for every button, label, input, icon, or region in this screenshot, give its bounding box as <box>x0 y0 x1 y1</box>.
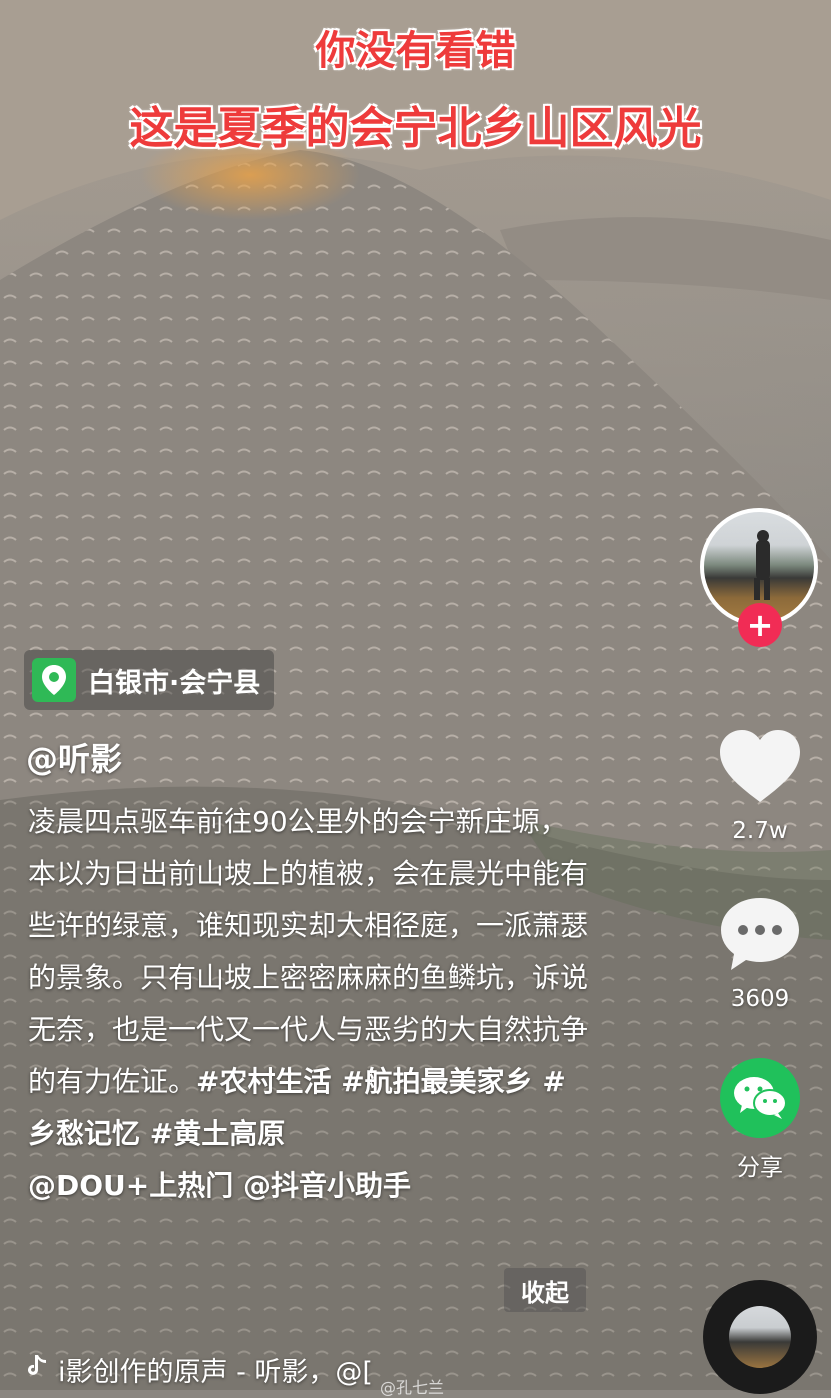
music-text: i影创作的原声 - 听影，@[ <box>58 1356 373 1388</box>
comment-bubble-icon <box>719 896 801 976</box>
heart-icon <box>718 728 802 808</box>
location-text: 白银市·会宁县 <box>88 667 261 699</box>
music-disc[interactable] <box>703 1280 817 1394</box>
share-button[interactable]: 分享 <box>716 1058 804 1182</box>
video-description: 凌晨四点驱车前往90公里外的会宁新庄塬，本以为日出前山坡上的植被，会在晨光中能有… <box>28 796 593 1212</box>
like-button[interactable]: 2.7w <box>716 728 804 844</box>
collapse-button[interactable]: 收起 <box>504 1268 586 1312</box>
tiktok-note-icon <box>24 1353 48 1386</box>
share-label: 分享 <box>737 1155 783 1181</box>
watermark: @孔七兰 <box>380 1378 445 1397</box>
location-pin-icon <box>32 658 76 702</box>
author-handle[interactable]: @听影 <box>26 734 122 780</box>
comment-button[interactable]: 3609 <box>716 896 804 1012</box>
comment-count: 3609 <box>730 986 790 1012</box>
caption-line-2: 这是夏季的会宁北乡山区风光 <box>129 103 702 154</box>
caption-line-1: 你没有看错 <box>315 28 516 74</box>
location-tag[interactable]: 白银市·会宁县 <box>24 650 275 710</box>
music-disc-cover <box>729 1306 791 1368</box>
mentions[interactable]: @DOU+上热门 @抖音小助手 <box>28 1169 411 1202</box>
wechat-icon <box>720 1058 800 1138</box>
follow-plus-icon[interactable]: + <box>738 603 782 647</box>
description-text: 凌晨四点驱车前往90公里外的会宁新庄塬，本以为日出前山坡上的植被，会在晨光中能有… <box>28 805 589 1098</box>
like-count: 2.7w <box>732 818 788 844</box>
